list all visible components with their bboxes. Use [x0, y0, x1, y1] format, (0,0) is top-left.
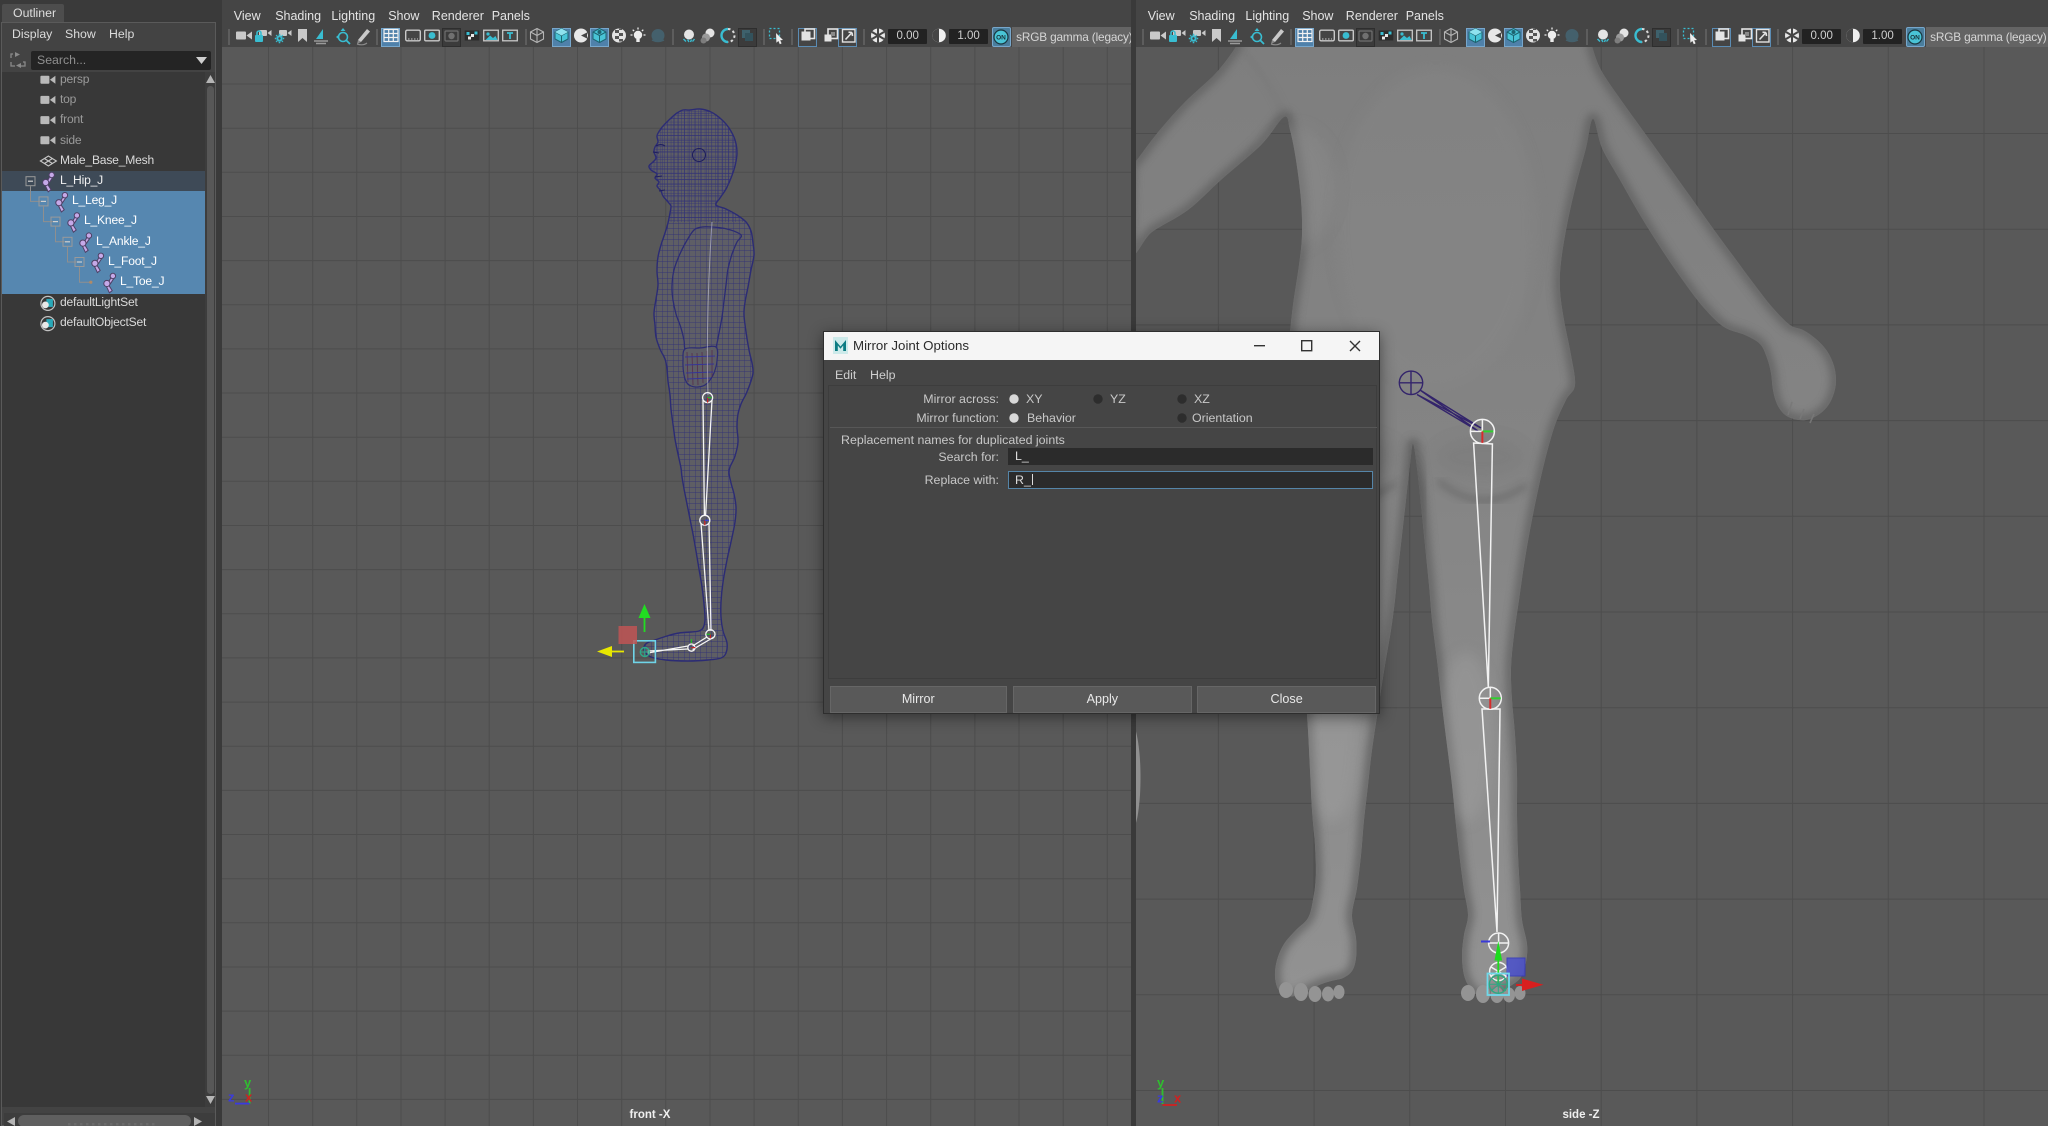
svg-text:front -X: front -X — [630, 1109, 671, 1121]
svg-text:side -Z: side -Z — [1562, 1109, 1599, 1121]
svg-text:ON: ON — [996, 35, 1006, 42]
svg-text:y: y — [1157, 1075, 1165, 1090]
svg-text:y: y — [244, 1075, 252, 1090]
svg-text:x: x — [1174, 1091, 1182, 1106]
svg-text:z: z — [1157, 1091, 1164, 1106]
svg-text:x: x — [245, 1090, 253, 1105]
svg-text:z: z — [228, 1090, 235, 1105]
svg-text:ON: ON — [1910, 35, 1920, 42]
